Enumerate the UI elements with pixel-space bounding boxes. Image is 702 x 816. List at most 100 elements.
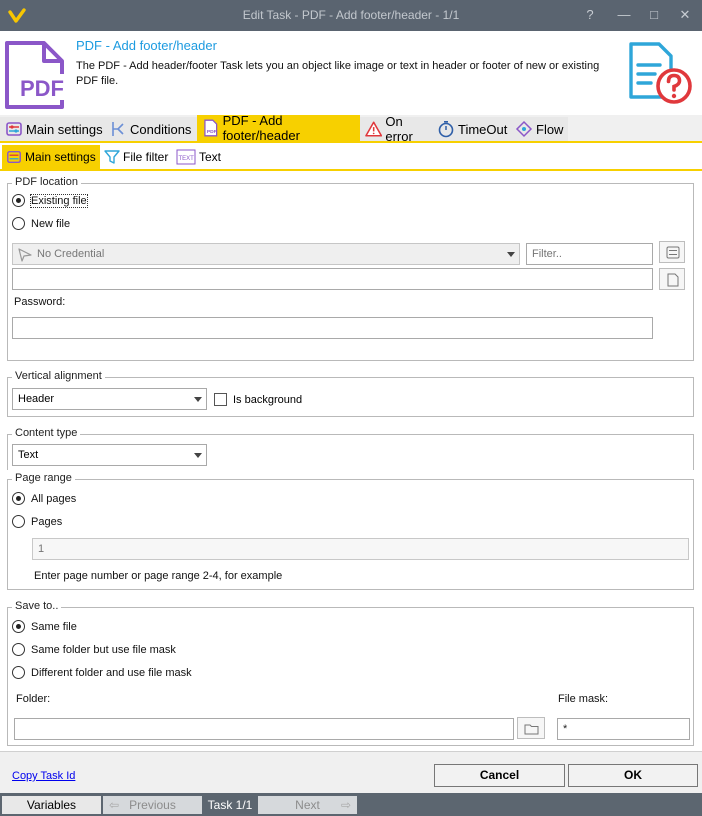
radio-dot[interactable] [12, 492, 25, 505]
password-input[interactable] [12, 317, 653, 339]
ok-button[interactable]: OK [568, 764, 698, 787]
svg-text:PDF: PDF [207, 129, 217, 135]
is-background-checkbox[interactable]: Is background [214, 393, 302, 406]
tab-conditions[interactable]: Conditions [104, 117, 197, 141]
sliders-icon [6, 122, 22, 136]
group-legend: Content type [12, 427, 81, 439]
arrow-left-icon: ⇦ [109, 798, 120, 812]
file-mask-label: File mask: [558, 693, 609, 705]
filter-input[interactable] [526, 243, 653, 265]
settings-panel: PDF location Existing file New file No C… [0, 171, 702, 751]
radio-dot[interactable] [12, 643, 25, 656]
subtab-main-settings[interactable]: Main settings [2, 145, 100, 169]
radio-dot[interactable] [12, 620, 25, 633]
subtab-file-filter[interactable]: File filter [100, 145, 172, 169]
browse-folder-button[interactable] [517, 717, 545, 739]
main-tabs: Main settings Conditions PDF PDF - Add f… [0, 113, 702, 144]
task-description: The PDF - Add header/footer Task lets yo… [76, 60, 600, 87]
radio-pages[interactable]: Pages [12, 515, 62, 528]
tab-on-error[interactable]: On error [360, 114, 432, 144]
credential-icon [18, 248, 32, 262]
radio-dot[interactable] [12, 666, 25, 679]
tab-label: Flow [536, 121, 564, 137]
help-button[interactable]: ? [579, 5, 601, 25]
maximize-button[interactable]: □ [643, 5, 665, 25]
tab-flow[interactable]: Flow [510, 117, 568, 141]
radio-new-file[interactable]: New file [12, 217, 70, 230]
chevron-down-icon [194, 397, 202, 402]
page-range-hint: Enter page number or page range 2-4, for… [34, 570, 283, 582]
tab-pdf-add-footer-header[interactable]: PDF PDF - Add footer/header [197, 113, 360, 143]
arrow-right-icon: ⇨ [340, 798, 351, 812]
credential-select[interactable]: No Credential [12, 243, 520, 265]
radio-different-folder-file-mask[interactable]: Different folder and use file mask [12, 666, 192, 679]
radio-dot[interactable] [12, 515, 25, 528]
branch-icon [112, 122, 124, 136]
group-legend: PDF location [12, 176, 81, 188]
sub-tabs: Main settings File filter TEXT Text [0, 141, 702, 171]
close-button[interactable]: ✕ [674, 5, 696, 25]
radio-label: All pages [31, 492, 77, 505]
cancel-button[interactable]: Cancel [434, 764, 565, 787]
chevron-down-icon [194, 453, 202, 458]
tab-label: TimeOut [458, 121, 508, 137]
previous-button[interactable]: ⇦ Previous [103, 796, 202, 814]
pdf-file-icon: PDF [5, 41, 68, 109]
subtab-label: File filter [123, 150, 169, 164]
group-legend: Save to.. [12, 600, 62, 612]
subtab-text[interactable]: TEXT Text [172, 145, 227, 169]
document-help-icon[interactable] [627, 41, 693, 105]
task-title: PDF - Add footer/header [76, 38, 217, 53]
pages-input[interactable] [32, 538, 689, 560]
chevron-down-icon [507, 252, 515, 257]
flow-icon [515, 120, 533, 138]
radio-label: New file [31, 217, 71, 230]
folder-input[interactable] [14, 718, 514, 740]
group-legend: Page range [12, 472, 75, 484]
filter-icon [104, 150, 120, 164]
task-header: PDF PDF - Add footer/header The PDF - Ad… [0, 31, 702, 115]
variables-button[interactable]: Variables [2, 796, 101, 814]
text-icon: TEXT [176, 149, 196, 165]
file-icon [667, 273, 679, 287]
radio-label: Same folder but use file mask [31, 643, 176, 656]
radio-same-folder-file-mask[interactable]: Same folder but use file mask [12, 643, 176, 656]
password-label: Password: [14, 296, 66, 308]
minimize-button[interactable]: — [613, 5, 635, 25]
credential-value: No Credential [37, 248, 105, 260]
pdf-path-input[interactable] [12, 268, 653, 290]
sliders-icon [7, 150, 21, 164]
vertical-alignment-select[interactable]: Header [12, 388, 207, 410]
radio-dot[interactable] [12, 194, 25, 207]
warning-icon [365, 121, 383, 137]
radio-label: Same file [31, 620, 77, 633]
select-value: Header [18, 393, 55, 405]
radio-dot[interactable] [12, 217, 25, 230]
radio-label: Existing file [30, 193, 88, 208]
credential-settings-button[interactable] [659, 241, 685, 263]
dialog-footer: Copy Task Id Cancel OK [0, 751, 702, 793]
content-type-select[interactable]: Text [12, 444, 207, 466]
folder-icon [524, 724, 539, 735]
next-button[interactable]: Next ⇨ [258, 796, 357, 814]
group-legend: Vertical alignment [12, 370, 105, 382]
tab-timeout[interactable]: TimeOut [432, 117, 510, 141]
next-label: Next [295, 798, 320, 812]
tab-main-settings[interactable]: Main settings [0, 117, 104, 141]
radio-label: Pages [31, 515, 63, 528]
stopwatch-icon [438, 120, 454, 138]
folder-label: Folder: [16, 693, 51, 705]
radio-all-pages[interactable]: All pages [12, 492, 76, 505]
copy-task-id-link[interactable]: Copy Task Id [12, 770, 75, 782]
pdf-icon: PDF [204, 119, 218, 137]
title-bar: Edit Task - PDF - Add footer/header - 1/… [0, 0, 702, 31]
select-value: Text [18, 449, 39, 461]
subtab-label: Main settings [25, 150, 96, 164]
browse-file-button[interactable] [659, 268, 685, 290]
tab-label: Main settings [26, 121, 103, 137]
settings-icon [666, 246, 680, 259]
radio-same-file[interactable]: Same file [12, 620, 77, 633]
file-mask-input[interactable] [557, 718, 690, 740]
radio-existing-file[interactable]: Existing file [12, 193, 88, 208]
checkbox-box[interactable] [214, 393, 227, 406]
